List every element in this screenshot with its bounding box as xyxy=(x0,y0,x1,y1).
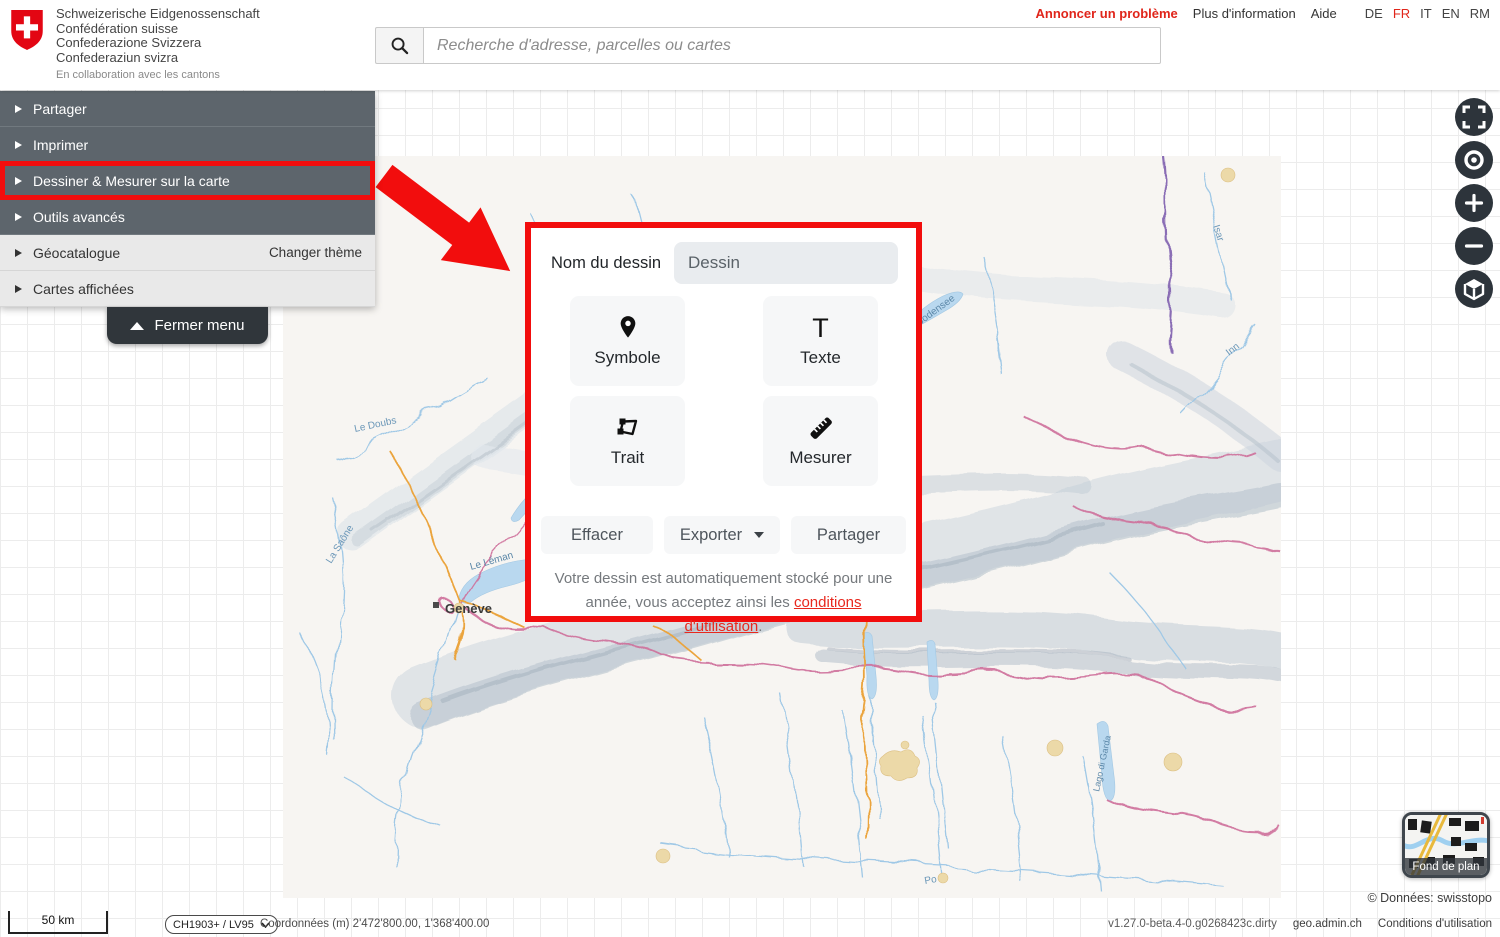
chevron-right-icon xyxy=(15,177,22,185)
language-switcher: DE FR IT EN RM xyxy=(1355,6,1490,21)
lang-fr[interactable]: FR xyxy=(1393,6,1410,21)
menu-item-cartes-affichees[interactable]: Cartes affichées xyxy=(0,271,375,307)
menu-item-label: Outils avancés xyxy=(33,209,125,225)
drawing-panel: Nom du dessin Symbole T Texte xyxy=(525,222,922,622)
tool-label: Symbole xyxy=(594,348,660,368)
lang-en[interactable]: EN xyxy=(1442,6,1460,21)
close-menu-label: Fermer menu xyxy=(154,317,244,334)
search-icon xyxy=(390,36,409,55)
fullscreen-button[interactable] xyxy=(1455,98,1493,136)
more-info-link[interactable]: Plus d'information xyxy=(1193,6,1296,21)
lang-rm[interactable]: RM xyxy=(1470,6,1490,21)
share-label: Partager xyxy=(817,526,880,545)
export-label: Exporter xyxy=(680,526,742,545)
lang-it[interactable]: IT xyxy=(1420,6,1432,21)
zoom-out-button[interactable] xyxy=(1455,227,1493,265)
menu-item-imprimer[interactable]: Imprimer xyxy=(0,127,375,163)
drawing-name-input[interactable] xyxy=(674,242,898,284)
caret-down-icon xyxy=(754,532,764,538)
chevron-right-icon xyxy=(15,141,22,149)
storage-disclaimer: Votre dessin est automatiquement stocké … xyxy=(531,567,916,639)
geolocation-icon xyxy=(1460,146,1488,174)
change-theme-button[interactable]: Changer thème xyxy=(269,245,375,260)
report-problem-link[interactable]: Annoncer un problème xyxy=(1036,6,1178,21)
lang-de[interactable]: DE xyxy=(1365,6,1383,21)
drawing-name-label: Nom du dessin xyxy=(551,254,661,273)
ruler-icon xyxy=(808,415,834,441)
scale-label: 50 km xyxy=(42,913,75,927)
clear-label: Effacer xyxy=(571,526,623,545)
export-button[interactable]: Exporter xyxy=(664,516,780,554)
footer-links: v1.27.0-beta.4-0.g0268423c.dirty geo.adm… xyxy=(1108,918,1492,930)
swiss-cross-icon xyxy=(10,9,44,51)
menu-item-partager[interactable]: Partager xyxy=(0,91,375,127)
menu-item-outils-avances[interactable]: Outils avancés xyxy=(0,199,375,235)
header-links: Annoncer un problème Plus d'information … xyxy=(1021,6,1491,21)
panel-actions: Effacer Exporter Partager xyxy=(531,516,916,554)
chevron-right-icon xyxy=(15,105,22,113)
scale-bar: 50 km xyxy=(8,911,108,934)
text-tool-button[interactable]: T Texte xyxy=(763,296,878,386)
search-input[interactable] xyxy=(423,27,1161,64)
mouse-coordinates: Coordonnées (m) 2'472'800.00, 1'368'400.… xyxy=(260,918,489,930)
chevron-right-icon xyxy=(15,285,22,293)
search-bar xyxy=(375,27,1161,64)
logo-tagline: En collaboration avec les cantons xyxy=(56,69,260,81)
polyline-icon xyxy=(616,415,640,441)
line-tool-button[interactable]: Trait xyxy=(570,396,685,486)
clear-button[interactable]: Effacer xyxy=(541,516,653,554)
chevron-up-icon xyxy=(130,322,144,330)
symbol-tool-button[interactable]: Symbole xyxy=(570,296,685,386)
city-label: Genève xyxy=(445,601,492,616)
fullscreen-icon xyxy=(1460,103,1488,131)
swisstopo-attribution-link[interactable]: © Données: swisstopo xyxy=(1367,891,1492,905)
tool-label: Trait xyxy=(611,448,644,468)
logo-text: Schweizerische Eidgenossenschaft Confédé… xyxy=(56,7,260,65)
pin-icon xyxy=(617,315,639,341)
menu-item-geocatalogue[interactable]: Géocatalogue Changer thème xyxy=(0,235,375,271)
text-icon: T xyxy=(812,315,829,341)
minus-icon xyxy=(1460,232,1488,260)
measure-tool-button[interactable]: Mesurer xyxy=(763,396,878,486)
menu-item-label: Géocatalogue xyxy=(33,245,120,261)
main-menu: Partager Imprimer Dessiner & Mesurer sur… xyxy=(0,91,375,307)
terms-of-use-link[interactable]: Conditions d'utilisation xyxy=(1378,918,1492,930)
zoom-in-button[interactable] xyxy=(1455,184,1493,222)
help-link[interactable]: Aide xyxy=(1311,6,1337,21)
projection-value: CH1903+ / LV95 xyxy=(173,919,254,931)
menu-item-dessiner-mesurer[interactable]: Dessiner & Mesurer sur la carte xyxy=(0,163,375,199)
three-d-button[interactable] xyxy=(1455,270,1493,308)
share-button[interactable]: Partager xyxy=(791,516,906,554)
menu-item-label: Partager xyxy=(33,101,87,117)
search-button[interactable] xyxy=(375,27,423,64)
chevron-right-icon xyxy=(15,249,22,257)
river-label: Po xyxy=(924,874,938,887)
basemap-label: Fond de plan xyxy=(1405,858,1487,875)
app-version: v1.27.0-beta.4-0.g0268423c.dirty xyxy=(1108,918,1277,930)
close-menu-button[interactable]: Fermer menu xyxy=(107,307,268,344)
geoadmin-link[interactable]: geo.admin.ch xyxy=(1293,918,1362,930)
menu-item-label: Cartes affichées xyxy=(33,281,134,297)
menu-item-label: Imprimer xyxy=(33,137,88,153)
tool-grid: Symbole T Texte Trait xyxy=(531,296,916,486)
tool-label: Texte xyxy=(800,348,841,368)
geolocate-button[interactable] xyxy=(1455,141,1493,179)
plus-icon xyxy=(1460,189,1488,217)
swiss-confederation-logo[interactable]: Schweizerische Eidgenossenschaft Confédé… xyxy=(10,7,260,81)
basemap-selector-button[interactable]: Fond de plan xyxy=(1402,812,1490,878)
drawing-name-row: Nom du dessin xyxy=(531,242,916,284)
cube-3d-icon xyxy=(1460,275,1488,303)
tool-label: Mesurer xyxy=(789,448,851,468)
menu-item-label: Dessiner & Mesurer sur la carte xyxy=(33,173,230,189)
app-header: Schweizerische Eidgenossenschaft Confédé… xyxy=(0,0,1500,90)
chevron-right-icon xyxy=(15,213,22,221)
